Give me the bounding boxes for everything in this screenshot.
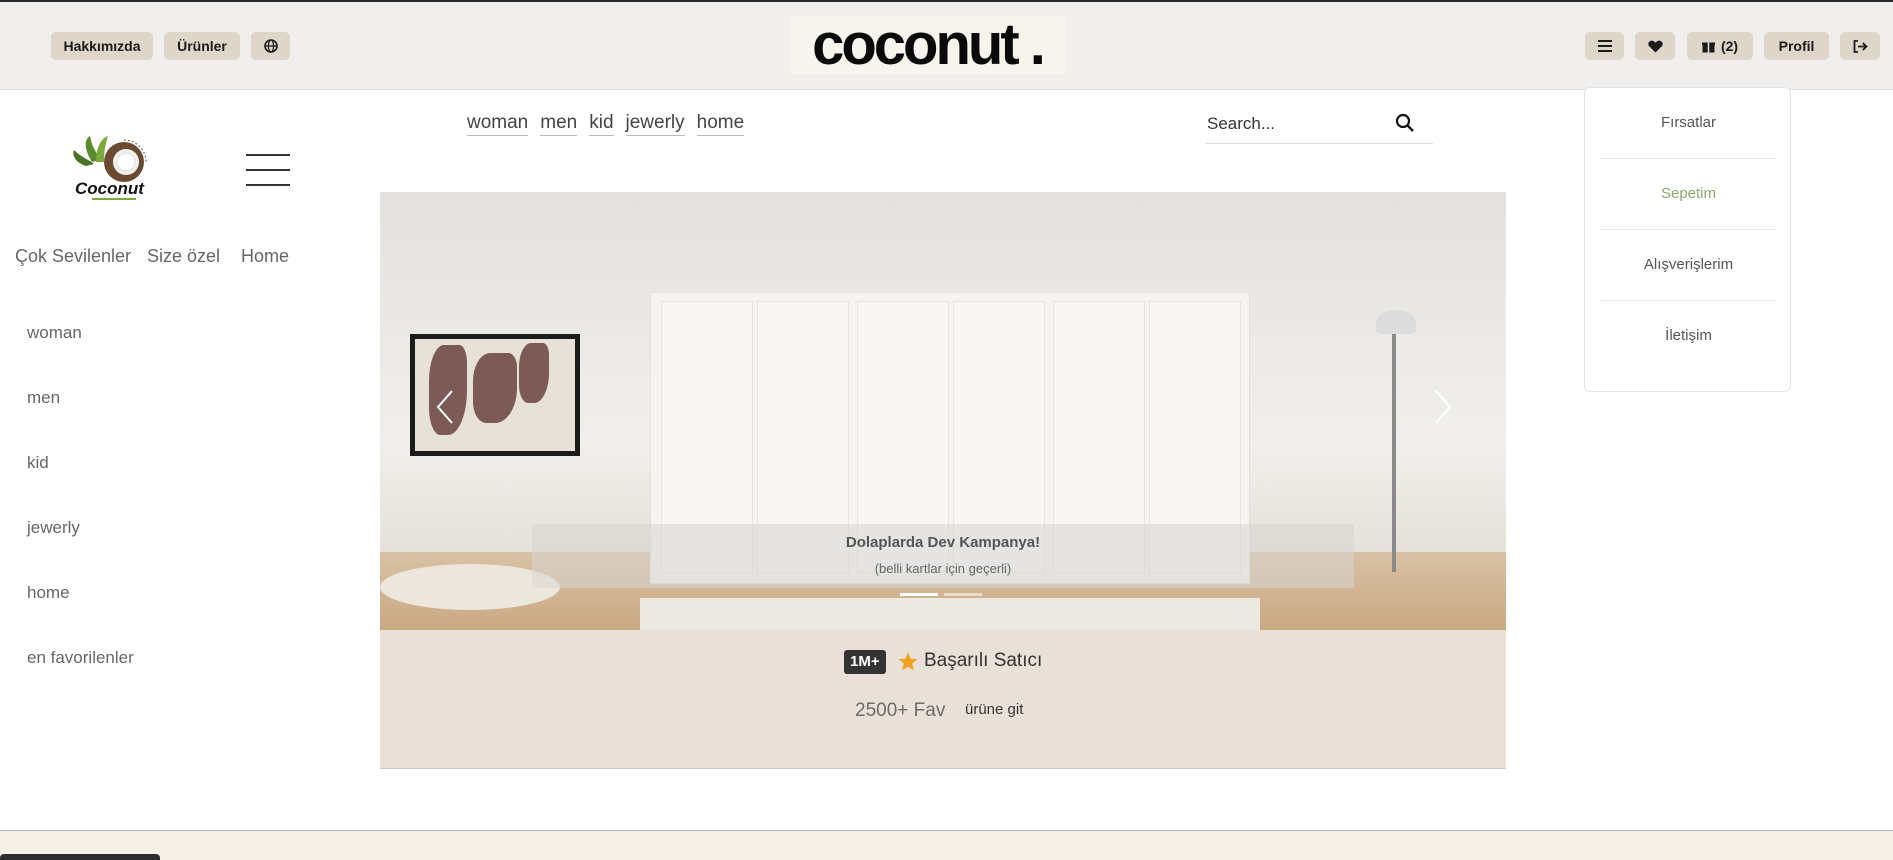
carousel-caption: Dolaplarda Dev Kampanya! (belli kartlar … [532, 524, 1354, 588]
carousel-indicators [900, 593, 982, 596]
sidebar-category-jewerly[interactable]: jewerly [27, 518, 80, 538]
carousel-indicator-1[interactable] [900, 593, 938, 596]
dropdown-divider [1601, 300, 1776, 301]
dropdown-item-deals[interactable]: Fırsatlar [1601, 114, 1776, 131]
product-info-card: 1M+ Başarılı Satıcı 2500+ Fav ürüne git [380, 630, 1506, 769]
quick-link-for-you[interactable]: Size özel [147, 246, 220, 267]
dropdown-item-contact[interactable]: İletişim [1601, 327, 1776, 344]
sidebar-category-kid[interactable]: kid [27, 453, 49, 473]
nav-woman[interactable]: woman [467, 112, 529, 136]
nav-men[interactable]: men [540, 112, 578, 136]
sidebar-category-men[interactable]: men [27, 388, 60, 408]
star-icon [898, 652, 918, 671]
carousel-next-button[interactable] [1426, 387, 1456, 427]
coconut-logo[interactable]: Coconut [72, 132, 158, 204]
heart-icon [1647, 40, 1663, 52]
fav-count: 2500+ Fav [855, 700, 946, 721]
products-button[interactable]: Ürünler [164, 32, 240, 60]
logout-button[interactable] [1840, 32, 1880, 60]
caption-title: Dolaplarda Dev Kampanya! [845, 534, 1041, 551]
nav-kid[interactable]: kid [589, 112, 614, 136]
seller-label: Başarılı Satıcı [924, 650, 1043, 671]
cart-button[interactable]: (2) [1687, 32, 1753, 60]
search-icon[interactable] [1395, 113, 1415, 133]
chevron-left-icon [436, 390, 453, 424]
menu-button[interactable] [1585, 32, 1624, 60]
quick-link-home[interactable]: Home [241, 246, 289, 267]
brand-logo[interactable]: coconut . [790, 16, 1065, 74]
carousel-indicator-2[interactable] [944, 593, 982, 596]
dropdown-item-cart[interactable]: Sepetim [1601, 185, 1776, 202]
globe-icon [263, 39, 278, 53]
dropdown-item-orders[interactable]: Alışverişlerim [1601, 256, 1776, 273]
profile-label: Profil [1778, 38, 1815, 54]
sidebar-menu-toggle[interactable] [246, 152, 290, 188]
hero-carousel[interactable]: Dolaplarda Dev Kampanya! (belli kartlar … [380, 192, 1506, 630]
carousel-prev-button[interactable] [432, 387, 462, 427]
lamp-illustration [1392, 322, 1396, 572]
category-nav: woman men kid jewerly home [467, 112, 745, 136]
sidebar-category-woman[interactable]: woman [27, 323, 82, 343]
lamp-shade [1376, 310, 1416, 334]
profile-button[interactable]: Profil [1764, 32, 1829, 60]
about-label: Hakkımızda [63, 38, 141, 54]
top-bar: Hakkımızda Ürünler coconut . (2) Profil [0, 2, 1893, 90]
products-label: Ürünler [177, 38, 227, 54]
footer-tab[interactable] [0, 854, 160, 860]
brand-text: coconut . [812, 12, 1046, 77]
caption-subtitle: (belli kartlar için geçerli) [874, 561, 1012, 576]
menu-icon [1597, 40, 1612, 52]
gift-icon [1701, 42, 1715, 52]
profile-dropdown: Fırsatlar Sepetim Alışverişlerim İletişi… [1584, 87, 1791, 392]
search-input[interactable]: Search... [1207, 114, 1275, 134]
sidebar-category-home[interactable]: home [27, 583, 70, 603]
coconut-logo-icon: Coconut [73, 136, 147, 200]
logout-icon [1853, 39, 1868, 53]
chevron-right-icon [1435, 390, 1452, 424]
slide-rug [640, 598, 1260, 630]
footer [0, 831, 1893, 860]
dropdown-divider [1601, 158, 1776, 159]
sidebar-category-favorites[interactable]: en favorilenler [27, 648, 134, 668]
go-to-product-link[interactable]: ürüne git [965, 701, 1023, 718]
quick-link-most-loved[interactable]: Çok Sevilenler [15, 246, 131, 267]
favorites-button[interactable] [1635, 32, 1675, 60]
about-button[interactable]: Hakkımızda [51, 32, 153, 60]
cart-count: (2) [1720, 38, 1739, 54]
search-bar[interactable]: Search... [1205, 106, 1433, 144]
sales-badge: 1M+ [844, 650, 886, 674]
nav-jewerly[interactable]: jewerly [625, 112, 685, 136]
nav-home[interactable]: home [696, 112, 745, 136]
language-button[interactable] [251, 32, 290, 60]
logo-text: Coconut [75, 179, 145, 198]
dropdown-divider [1601, 229, 1776, 230]
